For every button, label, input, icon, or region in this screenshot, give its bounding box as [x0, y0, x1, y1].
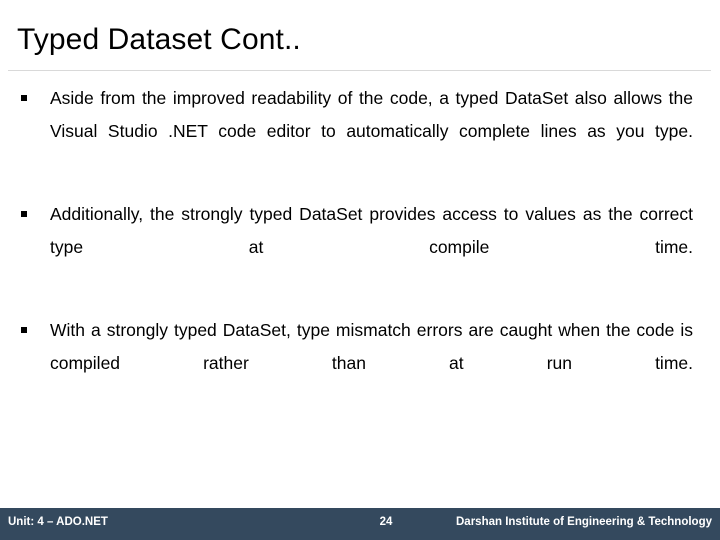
footer-organization-label: Darshan Institute of Engineering & Techn…: [456, 516, 712, 528]
list-item-text: Additionally, the strongly typed DataSet…: [50, 204, 693, 257]
page-title: Typed Dataset Cont..: [17, 23, 301, 56]
slide-body: Aside from the improved readability of t…: [0, 82, 720, 502]
list-item-text: Aside from the improved readability of t…: [50, 88, 693, 141]
footer-unit-label: Unit: 4 – ADO.NET: [8, 516, 108, 528]
list-item: With a strongly typed DataSet, type mism…: [0, 314, 720, 413]
list-item: Aside from the improved readability of t…: [0, 82, 720, 181]
square-bullet-icon: [21, 327, 27, 333]
list-item: Additionally, the strongly typed DataSet…: [0, 198, 720, 297]
slide-title-area: Typed Dataset Cont..: [0, 0, 720, 71]
footer-page-number: 24: [379, 516, 393, 528]
square-bullet-icon: [21, 211, 27, 217]
slide-footer: Unit: 4 – ADO.NET 24 Darshan Institute o…: [0, 508, 720, 540]
title-divider: [8, 70, 711, 71]
slide-canvas: Typed Dataset Cont.. Aside from the impr…: [0, 0, 720, 540]
square-bullet-icon: [21, 95, 27, 101]
list-item-text: With a strongly typed DataSet, type mism…: [50, 320, 693, 373]
